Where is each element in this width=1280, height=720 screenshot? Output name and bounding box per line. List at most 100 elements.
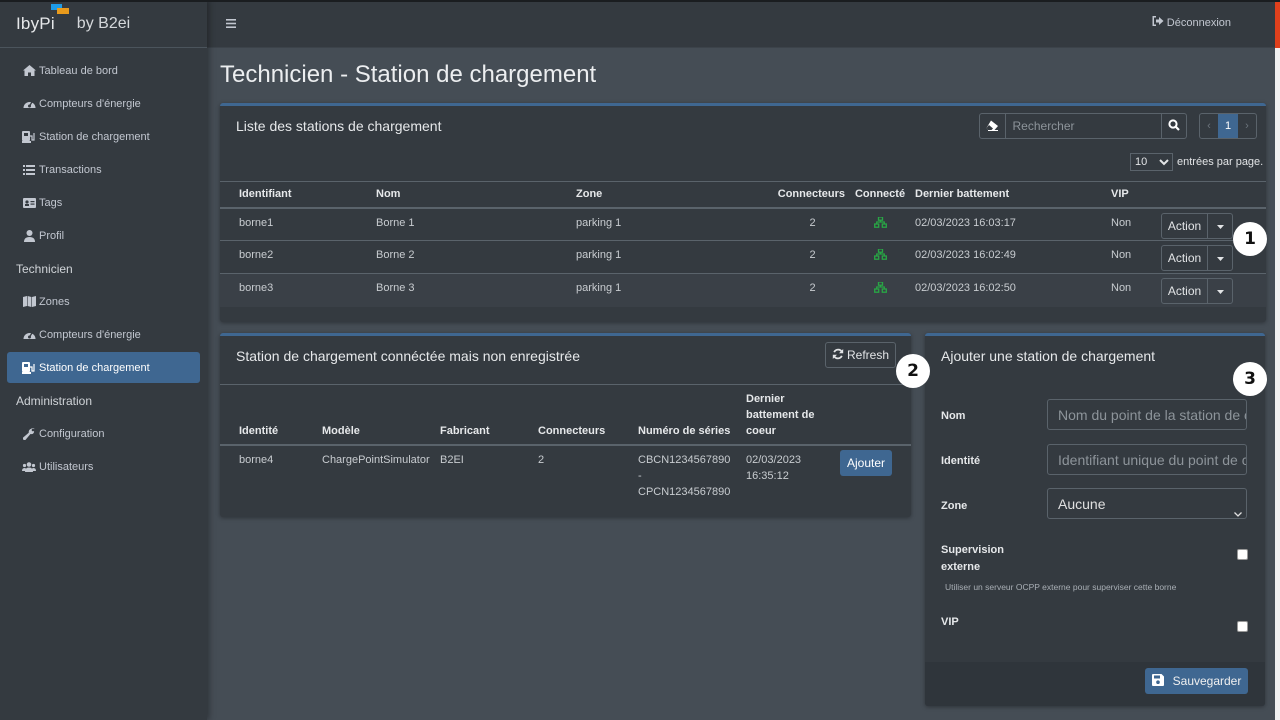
table-row[interactable]: borne3 Borne 3 parking 1 2 02/03/2023 16… bbox=[220, 273, 1266, 307]
refresh-icon bbox=[832, 348, 844, 363]
brand-suffix: by B2ei bbox=[76, 14, 131, 32]
column-header-connecte[interactable]: Connecté bbox=[849, 182, 911, 208]
cell-numero-series: CBCN1234567890 - CPCN1234567890 bbox=[638, 445, 742, 503]
sidebar-item-technicien-compteurs[interactable]: Compteurs d'énergie bbox=[7, 318, 200, 351]
cell-identite: borne4 bbox=[239, 453, 274, 466]
sidebar-item-station[interactable]: Station de chargement bbox=[7, 120, 200, 153]
charging-station-icon bbox=[21, 361, 37, 374]
action-dropdown-toggle[interactable] bbox=[1208, 279, 1232, 303]
cell-actions: Action bbox=[1161, 274, 1266, 307]
sidebar-item-label: Tableau de bord bbox=[39, 64, 118, 77]
cell-actions: Ajouter bbox=[840, 445, 911, 503]
unregistered-table: Identité Modèle Fabricant Connecteurs Nu… bbox=[220, 384, 911, 503]
action-button[interactable]: Action bbox=[1162, 213, 1208, 238]
action-dropdown-toggle[interactable] bbox=[1208, 214, 1232, 238]
stations-list-title: Liste des stations de chargement bbox=[236, 118, 442, 134]
column-header-actions bbox=[1161, 182, 1266, 208]
id-card-icon bbox=[21, 197, 37, 208]
sidebar-item-tags[interactable]: Tags bbox=[7, 186, 200, 219]
sidebar-item-label: Tags bbox=[39, 196, 63, 209]
sidebar-item-label: Station de chargement bbox=[39, 130, 150, 143]
sidebar-item-transactions[interactable]: Transactions bbox=[7, 153, 200, 186]
window-edge-accent bbox=[1275, 0, 1280, 48]
stations-table: Identifiant Nom Zone Connecteurs Connect… bbox=[220, 181, 1266, 307]
column-header-numero-series: Numéro de séries bbox=[638, 424, 731, 437]
table-header-row: Identifiant Nom Zone Connecteurs Connect… bbox=[220, 181, 1266, 208]
cell-connecte bbox=[849, 208, 911, 241]
cell-identifiant: borne2 bbox=[239, 249, 274, 261]
page-scrollbar[interactable] bbox=[1275, 48, 1280, 720]
cell-identifiant: borne3 bbox=[239, 282, 274, 294]
sidebar-item-utilisateurs[interactable]: Utilisateurs bbox=[7, 450, 200, 483]
chevron-down-icon bbox=[1234, 505, 1242, 520]
vip-label: VIP bbox=[941, 616, 959, 628]
column-header-vip[interactable]: VIP bbox=[1111, 182, 1161, 208]
column-header-dernier-battement: Dernier battement de coeur bbox=[746, 392, 815, 437]
serial-number-1: CBCN1234567890 bbox=[638, 453, 731, 466]
nom-label: Nom bbox=[941, 410, 966, 422]
sidebar-item-compteurs[interactable]: Compteurs d'énergie bbox=[7, 87, 200, 120]
serial-separator: - bbox=[638, 469, 642, 482]
menu-toggle-icon[interactable] bbox=[226, 16, 236, 28]
column-header-fabricant: Fabricant bbox=[440, 424, 490, 437]
sidebar-item-label: Compteurs d'énergie bbox=[39, 328, 141, 341]
sidebar-nav: Tableau de bord Compteurs d'énergie Stat… bbox=[0, 48, 207, 483]
pagination-next[interactable]: › bbox=[1238, 114, 1256, 138]
column-header-dernier-battement[interactable]: Dernier battement bbox=[911, 182, 1111, 208]
identite-label: Identité bbox=[941, 455, 981, 467]
cell-nom: Borne 3 bbox=[376, 282, 415, 294]
action-button[interactable]: Action bbox=[1162, 279, 1208, 303]
supervision-label: Supervision externe bbox=[941, 542, 1004, 576]
logo-square-orange bbox=[57, 7, 69, 14]
cell-dernier-battement: 02/03/2023 16:02:49 bbox=[915, 249, 1016, 261]
table-row[interactable]: borne1 Borne 1 parking 1 2 02/03/2023 16… bbox=[220, 208, 1266, 241]
table-header-row: Identité Modèle Fabricant Connecteurs Nu… bbox=[220, 384, 911, 445]
column-header-zone[interactable]: Zone bbox=[576, 182, 756, 208]
brand[interactable]: IbyPi by B2ei bbox=[0, 0, 207, 48]
sidebar-item-label: Configuration bbox=[39, 427, 105, 440]
cell-connecteurs: 2 bbox=[809, 249, 816, 261]
sidebar-item-label: Profil bbox=[39, 229, 65, 242]
sidebar-item-profil[interactable]: Profil bbox=[7, 219, 200, 252]
zone-label: Zone bbox=[941, 500, 968, 512]
search-input[interactable] bbox=[1005, 114, 1161, 138]
add-station-footer: Sauvegarder bbox=[925, 662, 1265, 706]
map-icon bbox=[21, 296, 37, 307]
column-header-identifiant[interactable]: Identifiant bbox=[220, 182, 376, 208]
column-header-nom[interactable]: Nom bbox=[376, 182, 576, 208]
zone-select[interactable]: Aucune bbox=[1047, 488, 1247, 519]
caret-down-icon bbox=[1216, 252, 1224, 264]
sidebar-item-configuration[interactable]: Configuration bbox=[7, 417, 200, 450]
action-dropdown-toggle[interactable] bbox=[1208, 246, 1232, 270]
pagination-page-1[interactable]: 1 bbox=[1218, 114, 1238, 138]
users-icon bbox=[21, 461, 37, 472]
supervision-checkbox[interactable] bbox=[1237, 549, 1248, 560]
save-button[interactable]: Sauvegarder bbox=[1145, 668, 1248, 694]
nom-input[interactable] bbox=[1047, 399, 1247, 430]
sidebar-item-technicien-station[interactable]: Station de chargement bbox=[7, 352, 200, 383]
unregistered-stations-card: Station de chargement connéctée mais non… bbox=[220, 333, 911, 517]
action-button[interactable]: Action bbox=[1162, 246, 1208, 270]
logout-link[interactable]: Déconnexion bbox=[1152, 16, 1231, 29]
cell-zone: parking 1 bbox=[576, 282, 622, 294]
sidebar-header-technicien: Technicien bbox=[16, 261, 73, 276]
search-button[interactable] bbox=[1160, 114, 1187, 138]
vip-checkbox[interactable] bbox=[1237, 621, 1248, 632]
sidebar-item-tableau-de-bord[interactable]: Tableau de bord bbox=[7, 54, 200, 87]
cell-zone: parking 1 bbox=[576, 216, 622, 229]
ajouter-button[interactable]: Ajouter bbox=[840, 449, 892, 476]
serial-number-2: CPCN1234567890 bbox=[638, 485, 731, 498]
column-header-connecteurs[interactable]: Connecteurs bbox=[756, 182, 849, 208]
clear-search-button[interactable] bbox=[980, 114, 1006, 138]
network-connected-icon bbox=[873, 281, 887, 296]
save-label: Sauvegarder bbox=[1172, 674, 1242, 688]
cell-dernier-battement: 02/03/2023 16:03:17 bbox=[915, 216, 1016, 229]
per-page-select[interactable]: 10 bbox=[1130, 153, 1173, 171]
table-row[interactable]: borne2 Borne 2 parking 1 2 02/03/2023 16… bbox=[220, 241, 1266, 274]
pagination-prev[interactable]: ‹ bbox=[1200, 114, 1218, 138]
refresh-button[interactable]: Refresh bbox=[825, 342, 896, 368]
cell-nom: Borne 2 bbox=[376, 249, 415, 261]
cell-connecteurs: 2 bbox=[538, 453, 545, 466]
identite-input[interactable] bbox=[1047, 444, 1247, 475]
sidebar-item-zones[interactable]: Zones bbox=[7, 285, 200, 318]
